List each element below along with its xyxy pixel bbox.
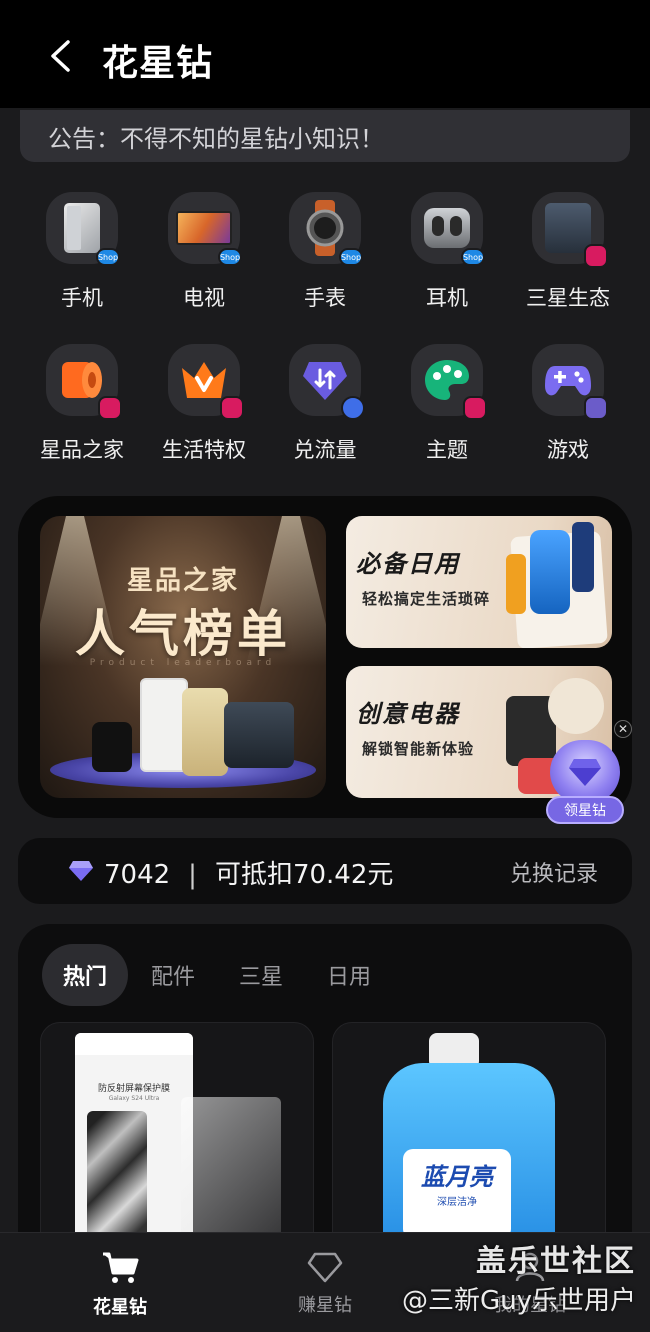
category-label: 生活特权	[162, 438, 246, 462]
points-balance: 7042	[104, 860, 171, 890]
points-bar: 7042 | 可抵扣70.42元 兑换记录	[18, 838, 632, 904]
diamond-outline-icon	[307, 1252, 343, 1283]
product-name: 防反射屏幕保护膜	[97, 1084, 170, 1094]
tv-icon: Shop	[168, 192, 242, 266]
shop-badge: Shop	[339, 248, 363, 266]
shop-badge: Shop	[218, 248, 242, 266]
banner-tagline: Product leaderboard	[89, 658, 277, 668]
leaderboard-banner[interactable]: 星品之家 人气榜单 Product leaderboard	[40, 516, 326, 798]
diamond-icon	[550, 740, 620, 804]
category-privileges[interactable]: 生活特权	[143, 344, 265, 472]
bottle-image	[506, 554, 526, 614]
daily-essentials-banner[interactable]: 必备日用 轻松搞定生活琐碎	[346, 516, 612, 648]
category-earbuds[interactable]: Shop 耳机	[386, 192, 508, 320]
close-icon[interactable]: ✕	[614, 720, 632, 738]
phone-icon: Shop	[46, 192, 120, 266]
claim-diamond-button[interactable]: 领星钻	[546, 740, 624, 826]
page-title: 花星钻	[102, 43, 214, 84]
category-label: 耳机	[426, 286, 468, 310]
category-label: 三星生态	[526, 286, 610, 310]
electronics-title: 创意电器	[356, 700, 460, 728]
watch-icon: Shop	[289, 192, 363, 266]
category-themes[interactable]: 主题	[386, 344, 508, 472]
ecosystem-icon	[532, 192, 608, 268]
shop-badge: Shop	[96, 248, 120, 266]
pink-badge-icon	[98, 396, 122, 420]
nav-item-shop[interactable]: 花星钻	[60, 1251, 180, 1319]
nav-label: 赚星钻	[298, 1295, 352, 1316]
brand-label: 蓝月亮	[421, 1163, 493, 1191]
charger-image	[92, 722, 132, 772]
announcement-text: 公告：不得不知的星钻小知识！	[48, 124, 384, 153]
cart-icon	[103, 1252, 139, 1283]
points-deductible: 可抵扣70.42元	[214, 860, 394, 890]
claim-label: 领星钻	[546, 796, 624, 824]
appliance-image	[548, 678, 604, 734]
daily-subtitle: 轻松搞定生活琐碎	[362, 590, 491, 608]
points-separator: |	[188, 860, 197, 890]
category-ecosystem[interactable]: 三星生态	[507, 192, 629, 320]
category-label: 星品之家	[40, 438, 124, 462]
category-label: 电视	[183, 286, 225, 310]
phone-image	[182, 688, 228, 776]
banner-headline: 人气榜单	[75, 604, 291, 663]
data-exchange-icon	[289, 344, 365, 420]
category-label: 主题	[426, 438, 468, 462]
home-goods-icon	[46, 344, 122, 420]
product-note: 深层洁净	[437, 1197, 477, 1208]
case-box-image	[140, 678, 188, 772]
daily-title: 必备日用	[356, 550, 460, 578]
top-bar: 花星钻	[0, 0, 650, 108]
nav-item-earn[interactable]: 赚星钻	[265, 1251, 385, 1317]
promo-banner-card: 星品之家 人气榜单 Product leaderboard 必备日用 轻松搞定生…	[18, 496, 632, 818]
tab-accessories[interactable]: 配件	[130, 944, 216, 1006]
category-data-exchange[interactable]: 兑流量	[264, 344, 386, 472]
palette-icon	[411, 344, 487, 420]
electronics-subtitle: 解锁智能新体验	[362, 740, 475, 758]
tab-daily[interactable]: 日用	[306, 944, 392, 1006]
product-note: Galaxy S24 Ultra	[108, 1095, 160, 1102]
nav-label: 花星钻	[93, 1297, 147, 1318]
blue-badge-icon	[341, 396, 365, 420]
film-sheet-image	[181, 1097, 281, 1237]
watermark-title: 盖乐世社区	[476, 1244, 636, 1279]
category-watch[interactable]: Shop 手表	[264, 192, 386, 320]
category-home-goods[interactable]: 星品之家	[21, 344, 143, 472]
pink-badge-icon	[463, 396, 487, 420]
category-games[interactable]: 游戏	[507, 344, 629, 472]
points-summary: 7042 | 可抵扣70.42元	[104, 854, 393, 891]
exchange-history-link[interactable]: 兑换记录	[510, 856, 598, 888]
diamond-icon	[69, 861, 93, 881]
crown-icon	[168, 344, 244, 420]
category-label: 兑流量	[293, 438, 357, 462]
gamepad-icon	[532, 344, 608, 420]
category-tv[interactable]: Shop 电视	[143, 192, 265, 320]
pink-badge-icon	[220, 396, 244, 420]
pink-badge-icon	[584, 244, 608, 268]
product-box-image: 防反射屏幕保护膜 Galaxy S24 Ultra	[75, 1033, 193, 1263]
announcement-bar[interactable]: 公告：不得不知的星钻小知识！	[20, 110, 630, 162]
earbuds-icon: Shop	[411, 192, 485, 266]
purple-badge-icon	[584, 396, 608, 420]
back-arrow-icon	[51, 40, 70, 72]
power-bank-image	[224, 702, 294, 768]
banner-subtitle: 星品之家	[126, 566, 239, 596]
watermark-user: @三新Guy乐世用户	[401, 1286, 636, 1316]
detergent-image	[530, 530, 570, 614]
category-label: 游戏	[547, 438, 589, 462]
back-button[interactable]	[38, 36, 82, 76]
category-label: 手表	[304, 286, 346, 310]
category-phone[interactable]: Shop 手机	[21, 192, 143, 320]
category-label: 手机	[61, 286, 103, 310]
tab-hot[interactable]: 热门	[42, 944, 128, 1006]
shop-badge: Shop	[461, 248, 485, 266]
tab-samsung[interactable]: 三星	[218, 944, 304, 1006]
bottle-image	[572, 522, 594, 592]
